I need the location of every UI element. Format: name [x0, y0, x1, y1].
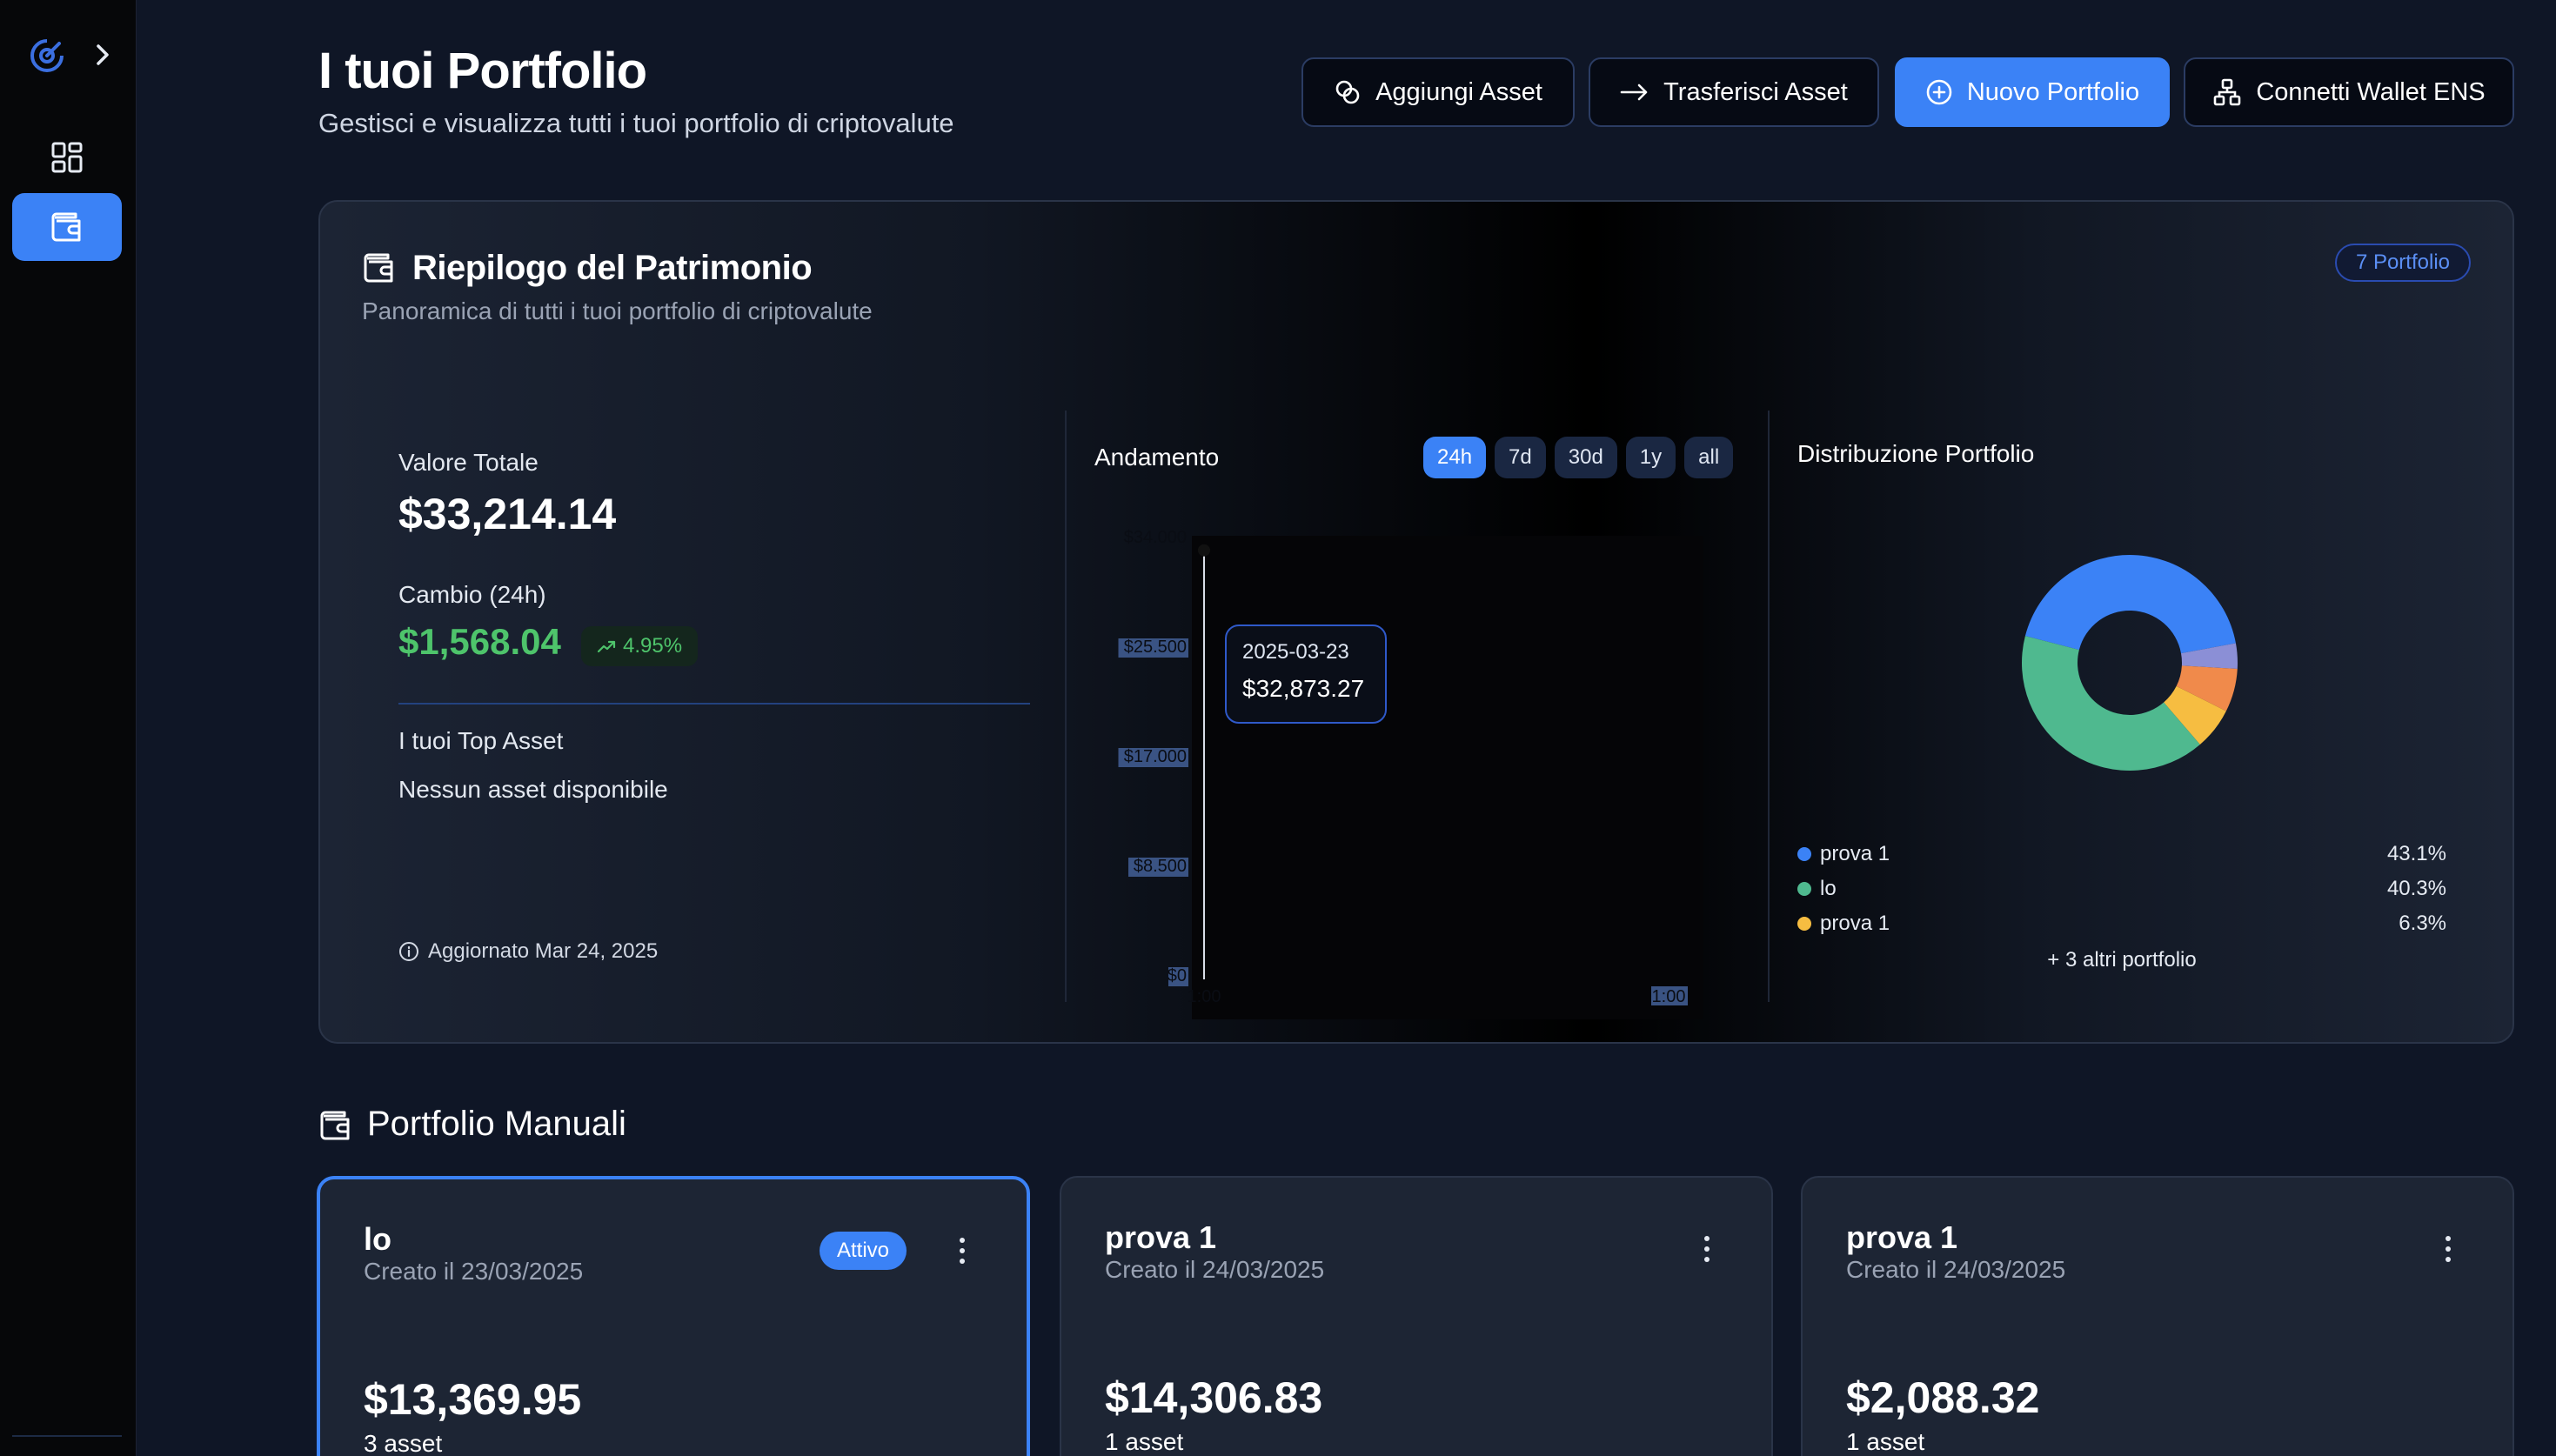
- portfolio-card[interactable]: lo Creato il 23/03/2025 Attivo $13,369.9…: [317, 1176, 1030, 1456]
- portfolio-count-badge: 7 Portfolio: [2334, 244, 2471, 282]
- distribution-donut: [2022, 555, 2238, 771]
- tooltip-date: 2025-03-23: [1242, 640, 1349, 664]
- total-value: $33,214.14: [398, 490, 617, 538]
- chart-plot-area: [1192, 536, 1703, 1019]
- add-asset-label: Aggiungi Asset: [1375, 77, 1542, 106]
- sidebar-divider: [12, 1435, 122, 1437]
- range-tabs: 24h 7d 30d 1y all: [1423, 437, 1734, 478]
- summary-subtitle: Panoramica di tutti i tuoi portfolio di …: [362, 297, 873, 324]
- range-tab-30d[interactable]: 30d: [1554, 437, 1617, 478]
- plus-circle-icon: [1926, 79, 1952, 105]
- transfer-asset-label: Trasferisci Asset: [1663, 77, 1848, 106]
- legend-dot: [1797, 882, 1811, 896]
- status-badge: Attivo: [820, 1232, 907, 1270]
- range-tab-1y[interactable]: 1y: [1625, 437, 1676, 478]
- y-tick-label: $25.500: [1124, 638, 1187, 657]
- more-vertical-icon[interactable]: [1702, 1232, 1712, 1266]
- page-subtitle: Gestisci e visualizza tutti i tuoi portf…: [318, 108, 954, 138]
- updated-text: Aggiornato Mar 24, 2025: [428, 939, 659, 963]
- y-tick-label: $34.000: [1124, 528, 1187, 547]
- legend-item: lo 40.3%: [1797, 877, 2446, 901]
- more-vertical-icon[interactable]: [957, 1233, 967, 1268]
- summary-card: Riepilogo del Patrimonio Panoramica di t…: [318, 200, 2514, 1044]
- legend-name: prova 1: [1820, 912, 1890, 935]
- range-tab-all[interactable]: all: [1684, 437, 1734, 478]
- legend-pct: 6.3%: [2399, 912, 2446, 935]
- arrow-right-icon: [1620, 83, 1648, 101]
- legend-item: prova 1 6.3%: [1797, 912, 2446, 936]
- portfolio-name: lo: [364, 1221, 391, 1257]
- range-tab-24h[interactable]: 24h: [1423, 437, 1487, 478]
- nav-portfolio[interactable]: [12, 193, 122, 261]
- legend-name: prova 1: [1820, 842, 1890, 865]
- distribution-title: Distribuzione Portfolio: [1797, 440, 2035, 467]
- network-icon: [2214, 78, 2241, 106]
- chart-data-point[interactable]: [1198, 544, 1210, 557]
- change-percent-badge: 4.95%: [581, 626, 699, 666]
- chevron-right-icon[interactable]: [90, 40, 115, 70]
- legend-dot: [1797, 917, 1811, 931]
- portfolio-asset-count: 1 asset: [1846, 1428, 1925, 1455]
- app-logo-icon[interactable]: [26, 35, 68, 77]
- portfolio-value: $13,369.95: [364, 1375, 582, 1424]
- legend-name: lo: [1820, 877, 1837, 900]
- wallet-icon: [51, 212, 81, 242]
- top-assets-label: I tuoi Top Asset: [398, 727, 564, 754]
- column-divider: [1768, 411, 1770, 1002]
- legend-item: prova 1 43.1%: [1797, 842, 2446, 866]
- portfolio-name: prova 1: [1105, 1219, 1217, 1255]
- more-portfolios[interactable]: + 3 altri portfolio: [1797, 948, 2446, 972]
- info-icon: [399, 942, 418, 961]
- trending-up-icon: [597, 640, 616, 653]
- more-vertical-icon[interactable]: [2443, 1232, 2453, 1266]
- wallet-icon: [320, 1111, 350, 1140]
- transfer-asset-button[interactable]: Trasferisci Asset: [1589, 57, 1879, 127]
- summary-title: Riepilogo del Patrimonio: [412, 249, 813, 287]
- donut-slice[interactable]: [2024, 555, 2236, 654]
- legend-pct: 40.3%: [2386, 877, 2446, 900]
- change-label: Cambio (24h): [398, 581, 546, 608]
- portfolio-value: $14,306.83: [1105, 1373, 1323, 1422]
- x-tick-label: 1:00: [1652, 987, 1686, 1006]
- page-title: I tuoi Portfolio: [318, 43, 647, 99]
- trend-title: Andamento: [1094, 444, 1220, 471]
- divider: [398, 703, 1030, 705]
- new-portfolio-label: Nuovo Portfolio: [1966, 77, 2140, 106]
- new-portfolio-button[interactable]: Nuovo Portfolio: [1895, 57, 2170, 127]
- portfolio-card[interactable]: prova 1 Creato il 24/03/2025 $2,088.32 1…: [1801, 1176, 2514, 1456]
- portfolio-created: Creato il 24/03/2025: [1846, 1256, 2066, 1283]
- y-tick-label: $0: [1168, 966, 1187, 985]
- portfolio-created: Creato il 24/03/2025: [1105, 1256, 1325, 1283]
- trend-chart: $34.000$25.500$17.000$8.500$01:00 1:00: [1118, 528, 1703, 1019]
- y-tick-label: $8.500: [1134, 857, 1187, 876]
- tooltip-value: $32,873.27: [1242, 675, 1365, 702]
- portfolio-name: prova 1: [1846, 1219, 1958, 1255]
- range-tab-7d[interactable]: 7d: [1495, 437, 1546, 478]
- portfolio-created: Creato il 23/03/2025: [364, 1258, 584, 1285]
- column-divider: [1065, 411, 1067, 1002]
- updated-info: Aggiornato Mar 24, 2025: [398, 939, 658, 964]
- portfolio-asset-count: 3 asset: [364, 1430, 443, 1456]
- dashboard-icon: [51, 142, 83, 173]
- legend-dot: [1797, 847, 1811, 861]
- legend-pct: 43.1%: [2386, 842, 2446, 865]
- portfolio-card[interactable]: prova 1 Creato il 24/03/2025 $14,306.83 …: [1060, 1176, 1773, 1456]
- portfolio-asset-count: 1 asset: [1105, 1428, 1184, 1455]
- chart-tooltip: 2025-03-23 $32,873.27: [1225, 624, 1387, 724]
- manual-portfolios-title: Portfolio Manuali: [367, 1105, 626, 1143]
- connect-wallet-button[interactable]: Connetti Wallet ENS: [2184, 57, 2514, 127]
- connect-wallet-label: Connetti Wallet ENS: [2256, 77, 2486, 106]
- total-value-label: Valore Totale: [398, 449, 539, 476]
- nav-dashboard[interactable]: [12, 124, 122, 191]
- x-tick-label: 1:00: [1188, 987, 1221, 1006]
- wallet-icon: [364, 253, 393, 283]
- sidebar: [0, 0, 137, 1456]
- portfolio-value: $2,088.32: [1846, 1373, 2040, 1422]
- add-asset-button[interactable]: Aggiungi Asset: [1301, 57, 1575, 127]
- coins-icon: [1335, 80, 1360, 104]
- change-value: $1,568.04: [398, 621, 561, 662]
- change-percent: 4.95%: [623, 634, 683, 658]
- top-assets-empty: Nessun asset disponibile: [398, 776, 668, 803]
- y-tick-label: $17.000: [1124, 747, 1187, 766]
